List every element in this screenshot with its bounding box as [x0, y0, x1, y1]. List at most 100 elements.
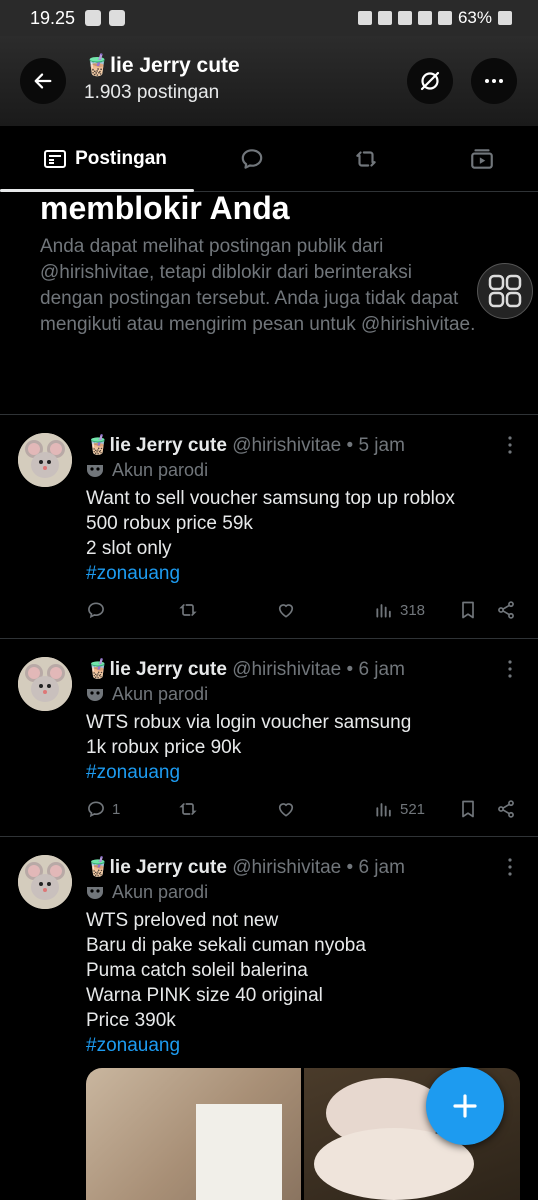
volte-icon — [417, 11, 432, 25]
post-line: 2 slot only — [86, 538, 172, 559]
parody-label: Akun parodi — [112, 684, 209, 704]
compose-button[interactable] — [426, 1067, 504, 1145]
more-vertical-icon[interactable] — [500, 857, 520, 877]
reply-icon — [88, 602, 104, 619]
hashtag-link[interactable]: #zonauang — [86, 561, 526, 586]
product-label-image — [196, 1104, 282, 1200]
reply-icon — [88, 801, 104, 818]
parody-badge: Akun parodi — [86, 684, 208, 705]
parody-label: Akun parodi — [112, 460, 209, 480]
battery-icon — [498, 11, 512, 25]
avatar[interactable] — [18, 433, 72, 487]
post-line: Puma catch soleil balerina — [86, 960, 308, 981]
more-vertical-icon[interactable] — [500, 435, 520, 455]
post-text: Want to sell voucher samsung top up robl… — [86, 486, 526, 586]
share-button[interactable] — [496, 600, 516, 620]
signal-icon — [437, 11, 452, 25]
grid-icon — [488, 274, 522, 308]
more-horizontal-icon — [485, 79, 503, 83]
post-header: 🧋lie Jerry cute @hirishivitae • 6 jam — [86, 855, 405, 879]
bookmark-icon — [462, 601, 474, 619]
post-line: WTS robux via login voucher samsung — [86, 712, 412, 733]
author-name[interactable]: 🧋lie Jerry cute — [86, 435, 227, 456]
more-vertical-icon[interactable] — [500, 659, 520, 679]
plus-icon — [453, 1094, 477, 1118]
mask-icon — [87, 464, 103, 477]
heart-icon — [278, 803, 294, 817]
post-actions: 318 — [86, 600, 526, 624]
grok-icon — [420, 71, 440, 91]
block-notice-text: Anda dapat melihat postingan publik dari… — [40, 236, 476, 335]
heart-icon — [278, 604, 294, 618]
post-line: Warna PINK size 40 original — [86, 985, 323, 1006]
like-button[interactable] — [276, 799, 296, 819]
reply-count: 1 — [112, 800, 121, 818]
battery-level: 63% — [457, 8, 492, 27]
parody-badge: Akun parodi — [86, 460, 208, 481]
bookmark-button[interactable] — [458, 799, 478, 819]
mute-icon — [377, 11, 392, 25]
back-button[interactable] — [20, 58, 66, 104]
post-line: 500 robux price 59k — [86, 513, 253, 534]
share-button[interactable] — [496, 799, 516, 819]
more-options-button[interactable] — [471, 58, 517, 104]
author-handle[interactable]: @hirishivitae • 6 jam — [232, 659, 405, 680]
author-name[interactable]: 🧋lie Jerry cute — [86, 659, 227, 680]
tab-posts-label: Postingan — [75, 148, 167, 169]
like-button[interactable] — [276, 600, 296, 620]
repost-icon — [356, 151, 376, 167]
share-icon — [498, 800, 514, 818]
mask-icon — [87, 688, 103, 701]
media-icon — [471, 149, 493, 169]
post[interactable]: 🧋lie Jerry cute @hirishivitae • 6 jam Ak… — [0, 638, 538, 836]
mouse-avatar-icon — [18, 657, 72, 711]
author-name[interactable]: 🧋lie Jerry cute — [86, 857, 227, 878]
profile-name: 🧋lie Jerry cute — [84, 54, 240, 77]
hashtag-link[interactable]: #zonauang — [86, 1033, 526, 1058]
floating-apps-button[interactable] — [477, 263, 533, 319]
post-text: WTS robux via login voucher samsung 1k r… — [86, 710, 526, 785]
post-line: Baru di pake sekali cuman nyoba — [86, 935, 366, 956]
arrow-left-icon — [34, 73, 52, 89]
bookmark-button[interactable] — [458, 600, 478, 620]
share-icon — [498, 601, 514, 619]
views-count: 318 — [400, 601, 426, 619]
grok-button[interactable] — [407, 58, 453, 104]
repost-button[interactable] — [178, 600, 198, 620]
repost-icon — [179, 604, 197, 616]
tab-reposts[interactable] — [344, 126, 388, 192]
post-text: WTS preloved not new Baru di pake sekali… — [86, 908, 526, 1058]
post-line: Want to sell voucher samsung top up robl… — [86, 488, 455, 509]
profile-tabs: Postingan — [0, 126, 538, 192]
tab-media[interactable] — [460, 126, 504, 192]
repost-button[interactable] — [178, 799, 198, 819]
views-icon — [376, 803, 391, 817]
author-handle[interactable]: @hirishivitae • 6 jam — [232, 857, 405, 878]
post-count: 1.903 postingan — [84, 82, 220, 103]
check-icon — [109, 10, 126, 26]
tab-replies[interactable] — [230, 126, 274, 192]
post-header: 🧋lie Jerry cute @hirishivitae • 5 jam — [86, 433, 405, 457]
views-button[interactable]: 521 — [374, 799, 425, 819]
post[interactable]: 🧋lie Jerry cute @hirishivitae • 5 jam Ak… — [0, 414, 538, 638]
status-bar: 19.25 63% — [0, 0, 538, 36]
post-line: Price 390k — [86, 1010, 176, 1031]
avatar[interactable] — [18, 855, 72, 909]
status-time: 19.25 — [30, 7, 76, 28]
hotspot-icon — [397, 11, 412, 25]
hashtag-link[interactable]: #zonauang — [86, 760, 526, 785]
discord-icon — [85, 10, 102, 26]
reply-button[interactable]: 1 — [86, 799, 120, 819]
views-count: 521 — [400, 800, 426, 818]
media-image-box[interactable] — [86, 1068, 301, 1200]
views-button[interactable]: 318 — [374, 600, 425, 620]
repost-icon — [179, 803, 197, 815]
post-line: 1k robux price 90k — [86, 737, 242, 758]
author-handle[interactable]: @hirishivitae • 5 jam — [232, 435, 405, 456]
posts-icon — [44, 150, 67, 168]
block-notice-title: memblokir Anda — [40, 190, 290, 226]
avatar[interactable] — [18, 657, 72, 711]
tab-posts[interactable]: Postingan — [30, 126, 180, 192]
reply-button[interactable] — [86, 600, 112, 620]
profile-header: 🧋lie Jerry cute 1.903 postingan — [0, 36, 538, 126]
